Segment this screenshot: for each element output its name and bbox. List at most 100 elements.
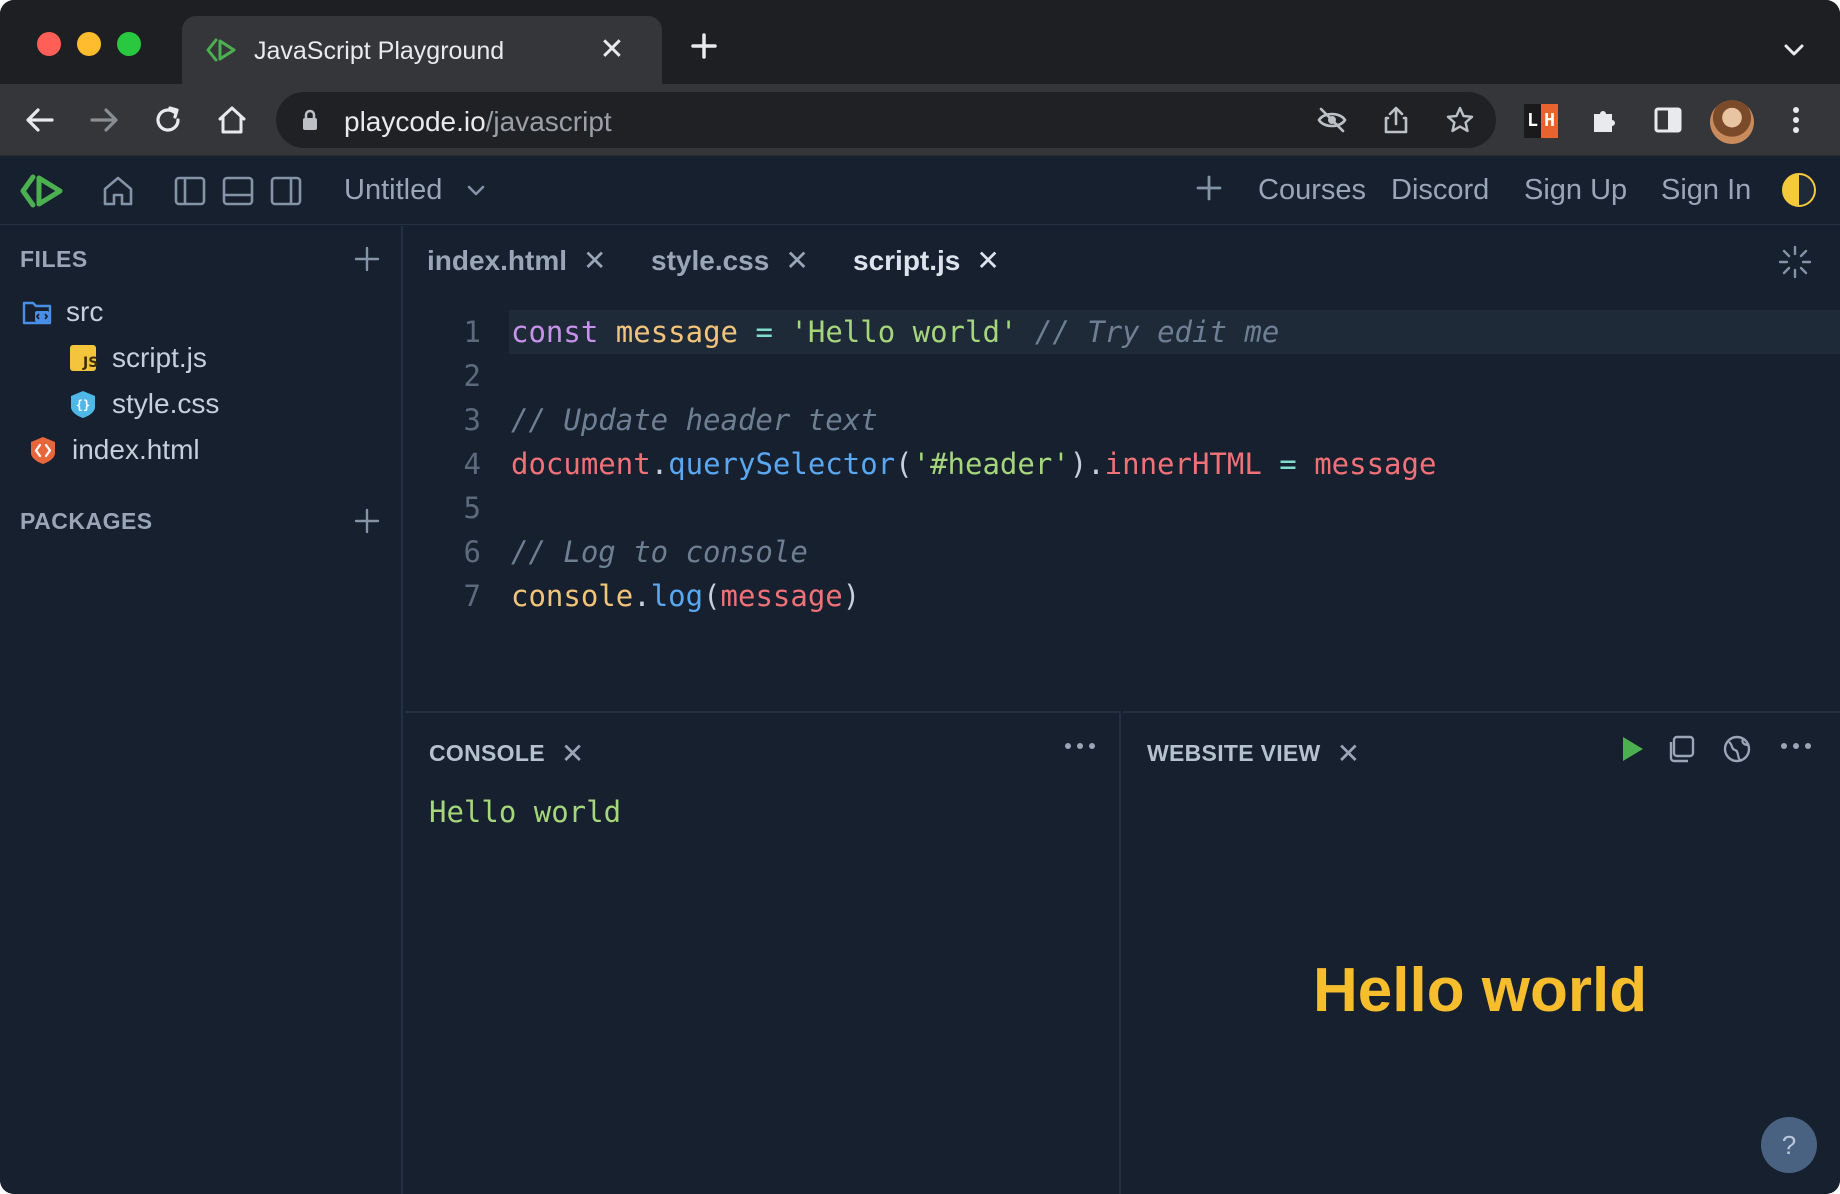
tab-script-js[interactable]: script.js ✕ [853, 244, 1000, 277]
toggle-bottom-panel-icon[interactable] [220, 173, 256, 209]
code-token: message [1314, 447, 1437, 481]
format-sparkle-icon[interactable] [1777, 244, 1813, 280]
console-more-icon[interactable] [1063, 739, 1097, 753]
new-tab-icon[interactable] [688, 30, 720, 62]
tab-label: script.js [853, 244, 961, 276]
address-bar[interactable]: playcode.io/javascript [276, 92, 1496, 148]
help-button[interactable]: ? [1761, 1117, 1817, 1173]
code-line[interactable]: 5 [405, 486, 1840, 530]
toggle-left-panel-icon[interactable] [172, 173, 208, 209]
browser-menu-icon[interactable] [1778, 102, 1814, 138]
add-file-plus-icon[interactable] [354, 246, 380, 272]
profile-avatar[interactable] [1710, 100, 1754, 144]
home-icon[interactable] [100, 173, 136, 209]
nav-sign-up-link[interactable]: Sign Up [1524, 174, 1627, 207]
nav-courses-link[interactable]: Courses [1258, 174, 1366, 207]
line-number: 7 [463, 579, 481, 613]
line-number: 1 [463, 315, 481, 349]
close-tab-icon[interactable]: ✕ [596, 34, 628, 66]
minimize-window-button[interactable] [77, 32, 101, 56]
console-output-line: Hello world [429, 795, 622, 829]
line-number: 4 [463, 447, 481, 481]
close-tab-icon[interactable]: ✕ [583, 244, 606, 277]
close-console-icon[interactable]: ✕ [561, 737, 585, 770]
line-number: 5 [463, 491, 481, 525]
browser-tab-active[interactable]: JavaScript Playground ✕ [182, 16, 662, 84]
maximize-window-button[interactable] [117, 32, 141, 56]
back-arrow-icon[interactable] [22, 102, 58, 138]
code-token: ( [895, 447, 913, 481]
code-token: message [615, 315, 738, 349]
code-token: document [511, 447, 651, 481]
side-panel-icon[interactable] [1650, 102, 1686, 138]
code-line[interactable]: 4 document.querySelector('#header').inner… [405, 442, 1840, 486]
tab-label: index.html [427, 244, 568, 276]
forward-arrow-icon[interactable] [86, 102, 122, 138]
nav-sign-in-link[interactable]: Sign In [1661, 174, 1751, 207]
tree-item-script-js[interactable]: JS script.js [68, 342, 207, 374]
js-file-icon: JS [70, 345, 98, 371]
tab-search-chevron-icon[interactable] [1780, 36, 1808, 64]
add-package-plus-icon[interactable] [354, 508, 380, 534]
chevron-down-icon[interactable] [466, 183, 486, 199]
run-play-icon[interactable] [1615, 733, 1647, 765]
nav-discord-link[interactable]: Discord [1391, 174, 1489, 207]
code-token: log [650, 579, 704, 613]
url-text[interactable]: playcode.io/javascript [344, 106, 612, 138]
extensions-puzzle-icon[interactable] [1586, 102, 1622, 138]
tree-item-label: src [66, 296, 104, 327]
tree-item-src-folder[interactable]: src [22, 296, 103, 328]
theme-toggle-icon[interactable] [1782, 173, 1816, 207]
bookmark-star-icon[interactable] [1444, 104, 1476, 136]
svg-text:JS: JS [82, 355, 98, 371]
code-line[interactable]: 1 const message = 'Hello world' // Try ed… [405, 310, 1840, 354]
playcode-logo-icon[interactable] [20, 171, 64, 211]
code-line[interactable]: 6 // Log to console [405, 530, 1840, 574]
tree-item-label: style.css [112, 388, 220, 419]
code-token: innerHTML [1104, 447, 1262, 481]
close-tab-icon[interactable]: ✕ [785, 244, 808, 277]
home-icon[interactable] [214, 102, 250, 138]
browser-tab-title: JavaScript Playground [254, 37, 505, 65]
tree-item-label: index.html [72, 434, 200, 465]
code-text: // Log to console [511, 530, 808, 574]
code-editor: index.html ✕ style.css ✕ script.js ✕ 1 co… [405, 226, 1840, 710]
code-token: querySelector [668, 447, 896, 481]
website-view-title-label: WEBSITE VIEW [1147, 740, 1321, 766]
close-window-button[interactable] [37, 32, 61, 56]
files-heading: FILES [20, 246, 88, 272]
close-tab-icon[interactable]: ✕ [976, 244, 999, 277]
lock-icon[interactable] [300, 108, 320, 132]
console-panel: CONSOLE ✕ Hello world [405, 711, 1121, 1194]
extension-letter-h: H [1541, 104, 1558, 138]
eye-off-icon[interactable] [1316, 104, 1348, 136]
website-view-more-icon[interactable] [1779, 739, 1813, 753]
lighthouse-extension-icon[interactable]: LH [1524, 104, 1558, 138]
code-token: console [511, 579, 634, 613]
tab-style-css[interactable]: style.css ✕ [651, 244, 809, 277]
code-token: const [511, 315, 599, 349]
tree-item-style-css[interactable]: {} style.css [68, 388, 219, 420]
code-token: . [650, 447, 669, 481]
globe-icon[interactable] [1721, 733, 1753, 765]
project-title[interactable]: Untitled [344, 174, 442, 207]
tree-item-index-html[interactable]: index.html [28, 434, 200, 466]
folder-icon [22, 301, 52, 325]
html-file-icon [31, 437, 55, 464]
code-line[interactable]: 7 console.log(message) [405, 574, 1840, 618]
tab-index-html[interactable]: index.html ✕ [427, 244, 606, 277]
share-icon[interactable] [1380, 104, 1412, 136]
new-project-plus-icon[interactable] [1194, 173, 1224, 203]
reload-icon[interactable] [150, 102, 186, 138]
code-text: console.log(message) [511, 574, 860, 618]
code-line[interactable]: 2 [405, 354, 1840, 398]
code-line[interactable]: 3 // Update header text [405, 398, 1840, 442]
close-website-view-icon[interactable]: ✕ [1337, 737, 1361, 770]
toggle-right-panel-icon[interactable] [268, 173, 304, 209]
open-new-window-icon[interactable] [1665, 733, 1697, 765]
